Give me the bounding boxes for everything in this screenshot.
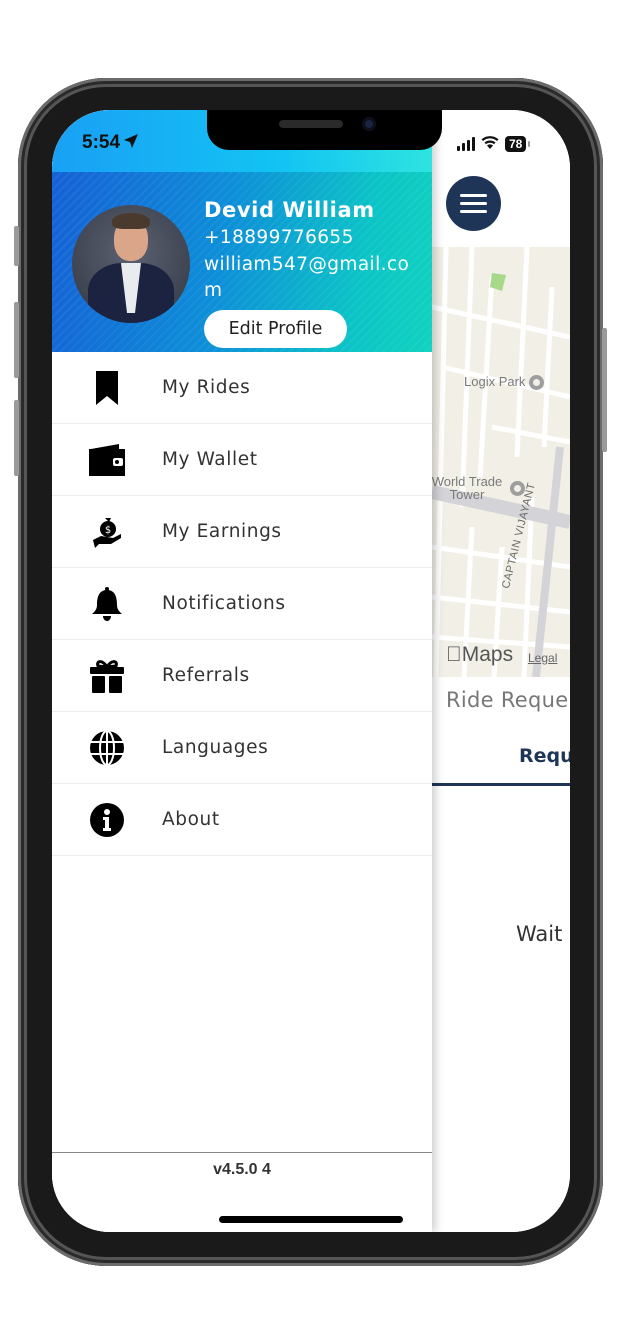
map-label-world-trade-tower: World Trade Tower — [432, 475, 525, 501]
bell-icon — [52, 586, 162, 621]
footer-divider — [52, 1152, 432, 1153]
menu-item-my-wallet[interactable]: My Wallet — [52, 424, 432, 496]
battery-icon: 78 — [505, 135, 531, 152]
menu-item-my-rides[interactable]: My Rides — [52, 352, 432, 424]
status-icons: 78 — [457, 134, 531, 153]
hamburger-icon-line — [460, 210, 487, 213]
cellular-signal-icon — [457, 136, 475, 151]
menu-item-label: My Earnings — [162, 521, 282, 542]
map-streets — [432, 247, 570, 677]
menu-item-notifications[interactable]: Notifications — [52, 568, 432, 640]
svg-text:$: $ — [105, 525, 111, 536]
location-arrow-icon — [124, 132, 139, 154]
hamburger-icon-line — [460, 202, 487, 205]
avatar[interactable] — [72, 205, 190, 323]
screen: Logix Park World Trade Tower CAPTAIN VIJ… — [52, 110, 570, 1232]
power-button — [602, 328, 607, 452]
building-icon — [529, 375, 545, 391]
wallet-icon — [52, 443, 162, 476]
user-phone: +18899776655 — [204, 227, 354, 248]
menu-item-languages[interactable]: Languages — [52, 712, 432, 784]
bookmark-icon — [52, 370, 162, 405]
money-bag-hand-icon: $ — [52, 516, 162, 548]
volume-down-button — [14, 400, 19, 476]
hamburger-menu-button[interactable] — [446, 176, 501, 231]
tab-requests[interactable]: Requ — [519, 745, 570, 767]
home-indicator[interactable] — [219, 1216, 403, 1223]
drawer-menu: My Rides My Wallet $ My Earnings Notific… — [52, 352, 432, 856]
speaker — [279, 120, 343, 128]
menu-item-about[interactable]: About — [52, 784, 432, 856]
tab-indicator — [432, 783, 570, 786]
menu-item-referrals[interactable]: Referrals — [52, 640, 432, 712]
menu-item-label: Notifications — [162, 593, 286, 614]
volume-up-button — [14, 302, 19, 378]
user-email: william547@gmail.com — [204, 254, 410, 301]
info-icon — [52, 802, 162, 837]
menu-item-label: About — [162, 809, 220, 830]
profile-header: Devid William +18899776655 william547@gm… — [52, 172, 432, 352]
mute-switch — [14, 226, 19, 266]
edit-profile-button[interactable]: Edit Profile — [204, 310, 347, 348]
notch — [207, 110, 442, 150]
map-view[interactable]: Logix Park World Trade Tower CAPTAIN VIJ… — [432, 247, 570, 677]
user-name: Devid William — [204, 198, 375, 222]
menu-item-label: Referrals — [162, 665, 250, 686]
menu-item-label: My Wallet — [162, 449, 258, 470]
status-time: 5:54 — [82, 132, 139, 154]
app-version: v4.5.0 4 — [213, 1161, 271, 1178]
menu-item-label: Languages — [162, 737, 269, 758]
menu-item-my-earnings[interactable]: $ My Earnings — [52, 496, 432, 568]
apple-maps-logo: Maps — [446, 643, 513, 666]
hamburger-icon-line — [460, 194, 487, 197]
globe-icon — [52, 729, 162, 766]
clock: 5:54 — [82, 132, 121, 153]
maps-legal-link[interactable]: Legal — [528, 651, 557, 665]
map-label-logix-park: Logix Park — [464, 374, 545, 391]
gift-icon — [52, 659, 162, 693]
ride-requests-title: Ride Reque — [446, 688, 569, 712]
wifi-icon — [481, 134, 499, 153]
front-camera — [362, 117, 376, 131]
menu-item-label: My Rides — [162, 377, 251, 398]
waiting-text: Wait — [516, 922, 563, 946]
navigation-drawer: Devid William +18899776655 william547@gm… — [52, 110, 432, 1232]
